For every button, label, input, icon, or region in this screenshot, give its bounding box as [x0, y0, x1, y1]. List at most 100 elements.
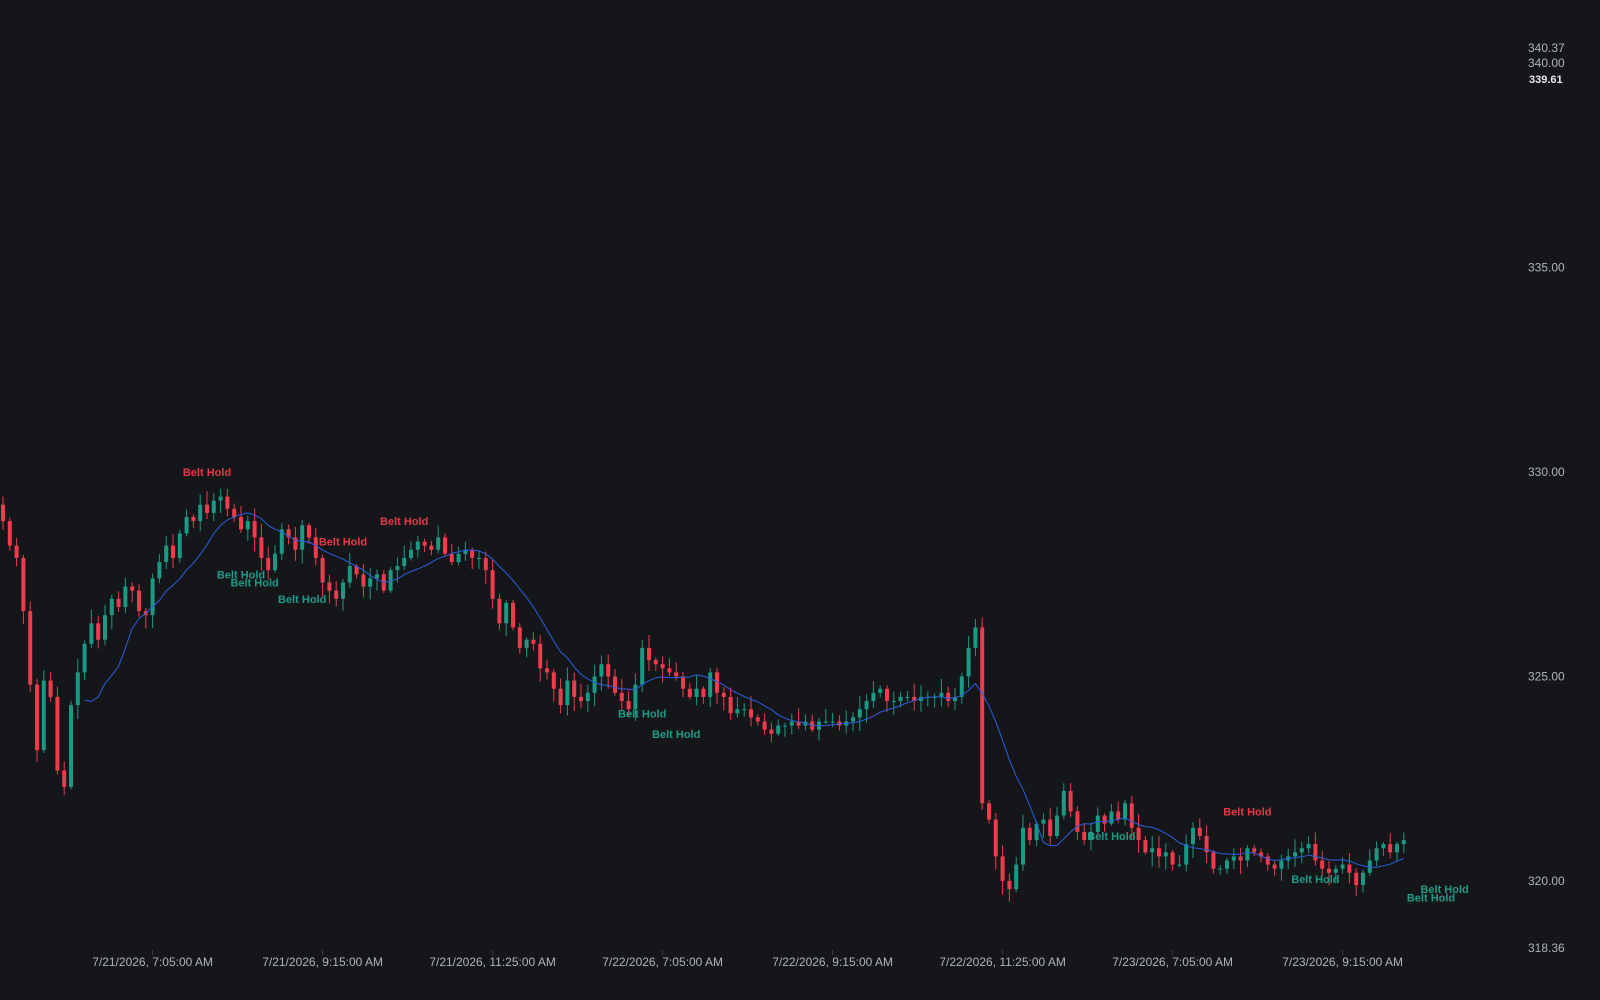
bullish-candle	[436, 525, 441, 554]
bullish-candle	[456, 546, 461, 566]
candle-body	[55, 696, 60, 771]
candle-body	[232, 508, 237, 518]
bullish-candle	[1177, 854, 1182, 868]
bearish-candle	[293, 527, 298, 561]
bullish-candle	[789, 713, 794, 735]
candle-body	[48, 680, 53, 697]
bearish-candle	[7, 517, 12, 551]
candle-body	[694, 688, 699, 697]
bearish-candle	[130, 582, 135, 603]
candle-body	[565, 680, 570, 706]
candle-body	[1136, 827, 1141, 841]
bullish-candle	[109, 594, 114, 630]
bullish-candle	[878, 685, 883, 698]
bearish-candle	[531, 632, 536, 651]
x-axis: 7/21/2026, 7:05:00 AM 7/21/2026, 9:15:00 …	[92, 950, 1403, 969]
bearish-candle	[62, 761, 67, 795]
candle-body	[674, 672, 679, 677]
candle-body	[7, 521, 12, 546]
bearish-candle	[1238, 847, 1243, 875]
candle-body	[1340, 864, 1345, 869]
bearish-candle	[28, 601, 33, 692]
bearish-candle	[1143, 835, 1148, 855]
y-tick-label: 335.00	[1528, 261, 1565, 275]
bearish-candle	[1068, 783, 1073, 818]
y-tick-label: 330.00	[1528, 465, 1565, 479]
bearish-candle	[14, 538, 19, 567]
bullish-pattern-label: Belt Hold	[1087, 831, 1135, 843]
bearish-candle	[1082, 822, 1087, 845]
bearish-candle	[443, 533, 447, 556]
candles-layer	[1, 488, 1406, 902]
candle-body	[599, 664, 604, 677]
bearish-candle	[239, 505, 243, 533]
candle-body	[572, 680, 577, 697]
bearish-candle	[1252, 845, 1257, 857]
candle-body	[1388, 844, 1393, 853]
candle-body	[973, 627, 978, 648]
bearish-candle	[667, 658, 672, 677]
candle-body	[1055, 815, 1059, 836]
candle-body	[1163, 852, 1168, 857]
bullish-candle	[1395, 841, 1399, 861]
candle-body	[62, 770, 67, 787]
candle-body	[1245, 848, 1250, 861]
candle-body	[1027, 827, 1032, 841]
bearish-candle	[1027, 822, 1032, 846]
bullish-candle	[41, 670, 46, 754]
candle-body	[21, 557, 26, 612]
bullish-candle	[103, 604, 107, 646]
bullish-candle	[218, 489, 223, 513]
bullish-candle	[524, 637, 529, 658]
bullish-candle	[823, 708, 828, 724]
candlestick-chart[interactable]: 7/21/2026, 7:05:00 AM 7/21/2026, 9:15:00 …	[0, 0, 1600, 1000]
bullish-pattern-label: Belt Hold	[618, 708, 666, 720]
bearish-candle	[116, 591, 121, 612]
bullish-candle	[123, 577, 128, 614]
bearish-candle	[715, 667, 719, 704]
bullish-candle	[157, 554, 162, 584]
candle-body	[640, 647, 645, 685]
candle-body	[1225, 860, 1229, 869]
candle-body	[1231, 856, 1236, 861]
candle-body	[619, 692, 624, 702]
candle-body	[1129, 803, 1134, 828]
bearish-candle	[286, 524, 291, 545]
candle-body	[987, 803, 991, 820]
candle-body	[75, 672, 80, 706]
bullish-candle	[783, 722, 787, 737]
candle-body	[307, 525, 311, 538]
candle-body	[177, 533, 182, 558]
candle-body	[422, 541, 427, 546]
candle-body	[1184, 844, 1189, 865]
bullish-candle	[463, 541, 468, 561]
bullish-candle	[966, 635, 971, 688]
candle-body	[347, 566, 352, 583]
candle-body	[504, 602, 509, 624]
bullish-candle	[932, 693, 937, 708]
candle-body	[1320, 860, 1325, 869]
candle-body	[647, 647, 651, 661]
bullish-candle	[245, 515, 250, 541]
bullish-candle	[1061, 783, 1066, 820]
candle-body	[1, 504, 5, 522]
bullish-candle	[694, 674, 699, 706]
bearish-pattern-label: Belt Hold	[183, 467, 231, 479]
bearish-candle	[137, 584, 141, 618]
candle-body	[490, 570, 495, 599]
candle-body	[660, 664, 665, 669]
bearish-candle	[538, 635, 543, 682]
candle-body	[708, 672, 713, 697]
bearish-candle	[96, 616, 101, 649]
bullish-candle	[959, 672, 964, 704]
bearish-candle	[1000, 845, 1005, 895]
moving-average-line	[84, 512, 1404, 868]
bullish-candle	[1367, 849, 1372, 876]
candle-body	[1123, 803, 1127, 820]
bullish-candle	[1225, 857, 1229, 874]
candle-body	[551, 672, 556, 689]
candle-body	[1401, 840, 1406, 845]
candle-body	[1361, 872, 1365, 886]
candle-body	[109, 598, 114, 616]
candle-body	[1279, 860, 1284, 869]
